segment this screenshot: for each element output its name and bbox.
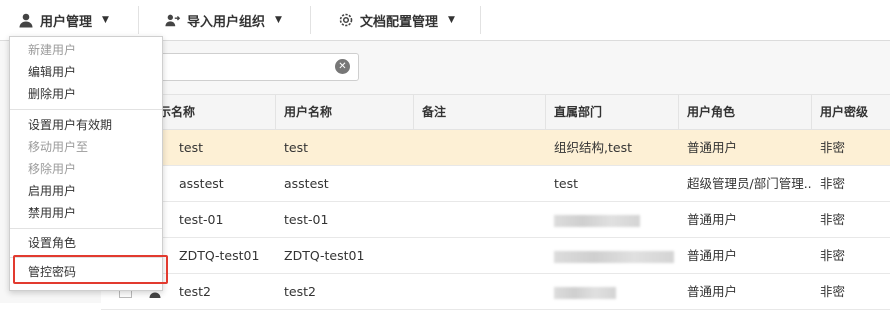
cell-display-name: asstest: [179, 176, 224, 191]
menu-item-control-password[interactable]: 管控密码: [10, 261, 162, 283]
table-row[interactable]: asstest asstest test 超级管理员/部门管理... 非密: [101, 166, 890, 202]
cell-username: ZDTQ-test01: [284, 248, 365, 263]
cell-role: 普通用户: [687, 212, 738, 227]
cell-note: [414, 130, 546, 165]
menu-item-remove-user[interactable]: 移除用户: [10, 158, 162, 180]
cell-security-level: 非密: [820, 176, 846, 191]
toolbar-divider: [310, 6, 311, 34]
table-row[interactable]: test-01 test-01 普通用户 非密: [101, 202, 890, 238]
cell-username: test: [284, 140, 309, 155]
cell-note: [414, 202, 546, 237]
menu-divider: [10, 109, 162, 110]
cell-note: [414, 274, 546, 309]
menu-item-delete-user[interactable]: 删除用户: [10, 83, 162, 105]
redacted-text: [554, 214, 640, 227]
cell-display-name: test: [179, 140, 204, 155]
gear-icon: [338, 12, 354, 28]
import-user-org-button[interactable]: 导入用户组织 ▼: [165, 0, 282, 40]
cell-role: 普通用户: [687, 140, 738, 155]
cell-department-redacted: [546, 238, 679, 273]
clear-search-icon[interactable]: ✕: [335, 59, 350, 74]
cell-role: 普通用户: [687, 284, 738, 299]
users-import-icon: [165, 12, 181, 28]
column-username[interactable]: 用户名称: [276, 95, 414, 129]
menu-divider: [10, 257, 162, 258]
cell-security-level: 非密: [820, 248, 846, 263]
user-management-label: 用户管理: [40, 14, 93, 30]
cell-role: 普通用户: [687, 248, 738, 263]
menu-item-set-validity[interactable]: 设置用户有效期: [10, 114, 162, 136]
table-row[interactable]: ZDTQ-test01 ZDTQ-test01 普通用户 非密: [101, 238, 890, 274]
cell-security-level: 非密: [820, 284, 846, 299]
menu-item-new-user[interactable]: 新建用户: [10, 39, 162, 61]
doc-config-management-button[interactable]: 文档配置管理 ▼: [338, 0, 455, 40]
chevron-down-icon: ▼: [275, 15, 282, 25]
menu-item-edit-user[interactable]: 编辑用户: [10, 61, 162, 83]
cell-username: test2: [284, 284, 316, 299]
column-role[interactable]: 用户角色: [679, 95, 812, 129]
column-note[interactable]: 备注: [414, 95, 546, 129]
user-management-dropdown: 新建用户 编辑用户 删除用户 设置用户有效期 移动用户至 移除用户 启用用户 禁…: [9, 36, 168, 291]
doc-config-label: 文档配置管理: [360, 14, 439, 30]
toolbar-divider: [138, 6, 139, 34]
table-row[interactable]: test2 test2 普通用户 非密: [101, 274, 890, 310]
user-management-menu-button[interactable]: 用户管理 ▼: [18, 0, 109, 40]
cell-display-name: ZDTQ-test01: [179, 248, 260, 263]
cell-display-name: test-01: [179, 212, 224, 227]
cell-department-redacted: [546, 202, 679, 237]
cell-role: 超级管理员/部门管理...: [687, 176, 812, 191]
import-user-org-label: 导入用户组织: [187, 14, 266, 30]
table-header: 示名称 用户名称 备注 直属部门 用户角色 用户密级: [101, 95, 890, 130]
menu-item-set-role[interactable]: 设置角色: [10, 232, 162, 254]
column-department[interactable]: 直属部门: [546, 95, 679, 129]
cell-display-name: test2: [179, 284, 211, 299]
cell-department-redacted: [546, 274, 679, 309]
column-security-level[interactable]: 用户密级: [812, 95, 890, 129]
cell-username: asstest: [284, 176, 329, 191]
cell-department: test: [554, 176, 579, 191]
menu-divider: [10, 228, 162, 229]
chevron-down-icon: ▼: [448, 15, 455, 25]
cell-security-level: 非密: [820, 140, 846, 155]
redacted-text: [554, 286, 616, 299]
redacted-text: [554, 250, 674, 263]
menu-item-move-user[interactable]: 移动用户至: [10, 136, 162, 158]
toolbar-divider: [480, 6, 481, 34]
table-row[interactable]: test test 组织结构,test 普通用户 非密: [101, 130, 890, 166]
user-table: 示名称 用户名称 备注 直属部门 用户角色 用户密级 test test 组织结…: [101, 94, 890, 310]
column-display-name[interactable]: 示名称: [151, 95, 276, 129]
user-icon: [18, 12, 34, 28]
menu-item-enable-user[interactable]: 启用用户: [10, 180, 162, 202]
cell-note: [414, 238, 546, 273]
cell-department: 组织结构,test: [554, 140, 632, 155]
toolbar: 用户管理 ▼ 导入用户组织 ▼ 文档配置管理 ▼: [0, 0, 890, 41]
chevron-down-icon: ▼: [102, 15, 109, 25]
cell-username: test-01: [284, 212, 329, 227]
cell-security-level: 非密: [820, 212, 846, 227]
menu-item-disable-user[interactable]: 禁用用户: [10, 202, 162, 224]
cell-note: [414, 166, 546, 201]
